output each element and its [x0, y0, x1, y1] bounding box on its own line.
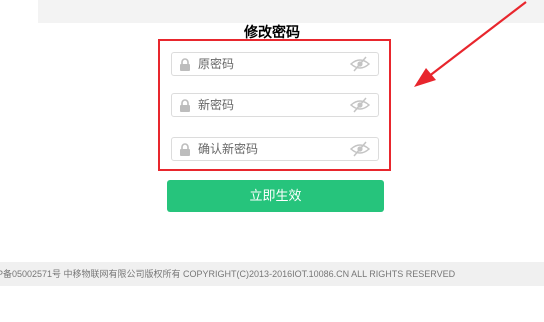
confirm-password-label: 确认新密码	[198, 142, 259, 156]
lock-icon	[180, 99, 190, 112]
top-bar	[38, 0, 544, 23]
lock-icon	[180, 58, 190, 71]
eye-slash-icon[interactable]	[350, 56, 370, 72]
old-password-field[interactable]: 原密码	[171, 52, 379, 76]
eye-slash-icon[interactable]	[350, 141, 370, 157]
footer: P备05002571号 中移物联网有限公司版权所有 COPYRIGHT(C)20…	[0, 262, 544, 286]
eye-slash-icon[interactable]	[350, 97, 370, 113]
new-password-label: 新密码	[198, 98, 235, 112]
footer-copyright: P备05002571号 中移物联网有限公司版权所有 COPYRIGHT(C)20…	[0, 269, 456, 279]
old-password-label: 原密码	[198, 57, 235, 71]
new-password-field[interactable]: 新密码	[171, 93, 379, 117]
submit-button[interactable]: 立即生效	[167, 180, 384, 212]
confirm-password-field[interactable]: 确认新密码	[171, 137, 379, 161]
lock-icon	[180, 143, 190, 156]
